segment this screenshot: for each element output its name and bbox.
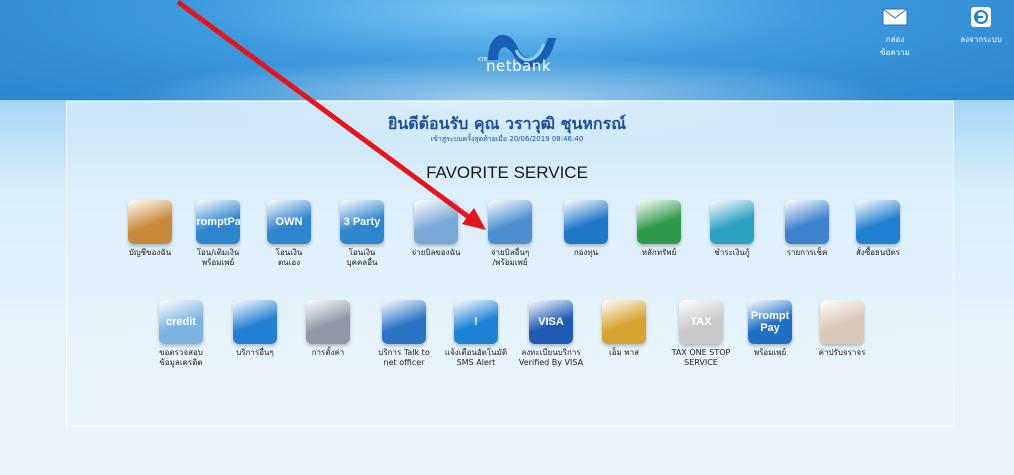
- annotation-arrow: [176, 0, 486, 230]
